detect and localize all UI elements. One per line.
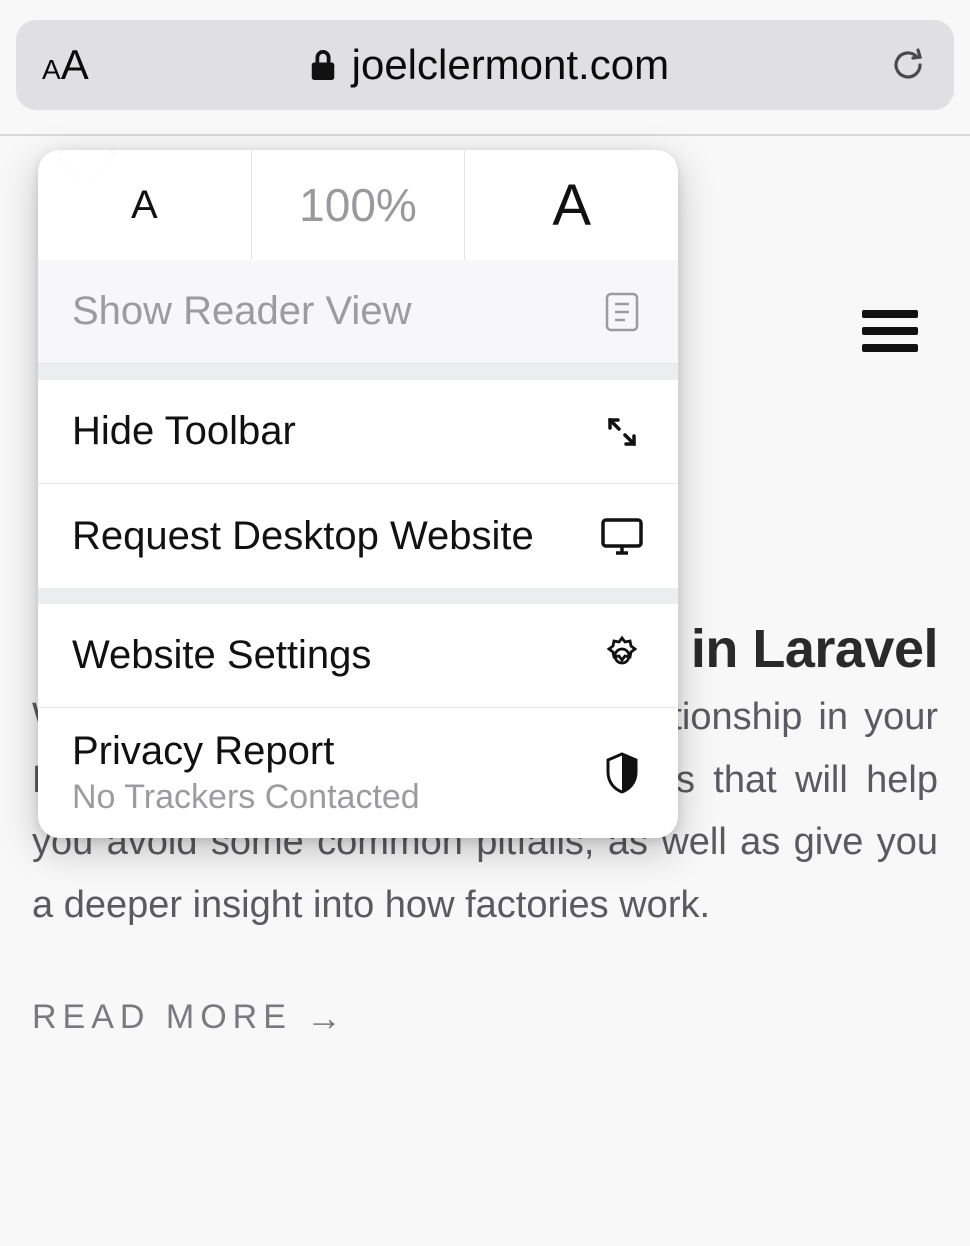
desktop-icon [600, 516, 644, 556]
url-text: joelclermont.com [352, 41, 669, 89]
request-desktop-label: Request Desktop Website [72, 514, 534, 559]
read-more-label: READ MORE [32, 998, 292, 1037]
read-more-link[interactable]: READ MORE → [32, 997, 938, 1039]
hamburger-menu-button[interactable] [862, 301, 918, 361]
privacy-report-subtitle: No Trackers Contacted [72, 778, 420, 817]
reader-icon [600, 292, 644, 332]
expand-icon [600, 412, 644, 452]
show-reader-view-label: Show Reader View [72, 289, 411, 334]
aa-small-icon: A [42, 54, 61, 86]
aa-big-icon: A [61, 41, 89, 89]
privacy-report-item[interactable]: Privacy Report No Trackers Contacted [38, 708, 678, 838]
privacy-report-label: Privacy Report [72, 729, 420, 774]
reload-button[interactable] [888, 45, 928, 85]
gear-icon [600, 635, 644, 677]
shield-icon [600, 752, 644, 794]
website-settings-label: Website Settings [72, 633, 371, 678]
website-settings-item[interactable]: Website Settings [38, 604, 678, 708]
address-bar: AA joelclermont.com [16, 20, 954, 110]
page-format-button[interactable]: AA [42, 41, 89, 89]
request-desktop-item[interactable]: Request Desktop Website [38, 484, 678, 588]
show-reader-view-item: Show Reader View [38, 260, 678, 364]
page-format-menu: A 100% A Show Reader View Hide Toolbar [38, 150, 678, 838]
increase-text-size-button[interactable]: A [465, 150, 678, 260]
text-size-row: A 100% A [38, 150, 678, 260]
lock-icon [308, 47, 338, 83]
zoom-percentage: 100% [252, 150, 466, 260]
arrow-right-icon: → [306, 997, 342, 1039]
hide-toolbar-label: Hide Toolbar [72, 409, 296, 454]
article-title-fragment: s in Laravel [647, 616, 938, 684]
hide-toolbar-item[interactable]: Hide Toolbar [38, 380, 678, 484]
url-area[interactable]: joelclermont.com [89, 41, 888, 89]
